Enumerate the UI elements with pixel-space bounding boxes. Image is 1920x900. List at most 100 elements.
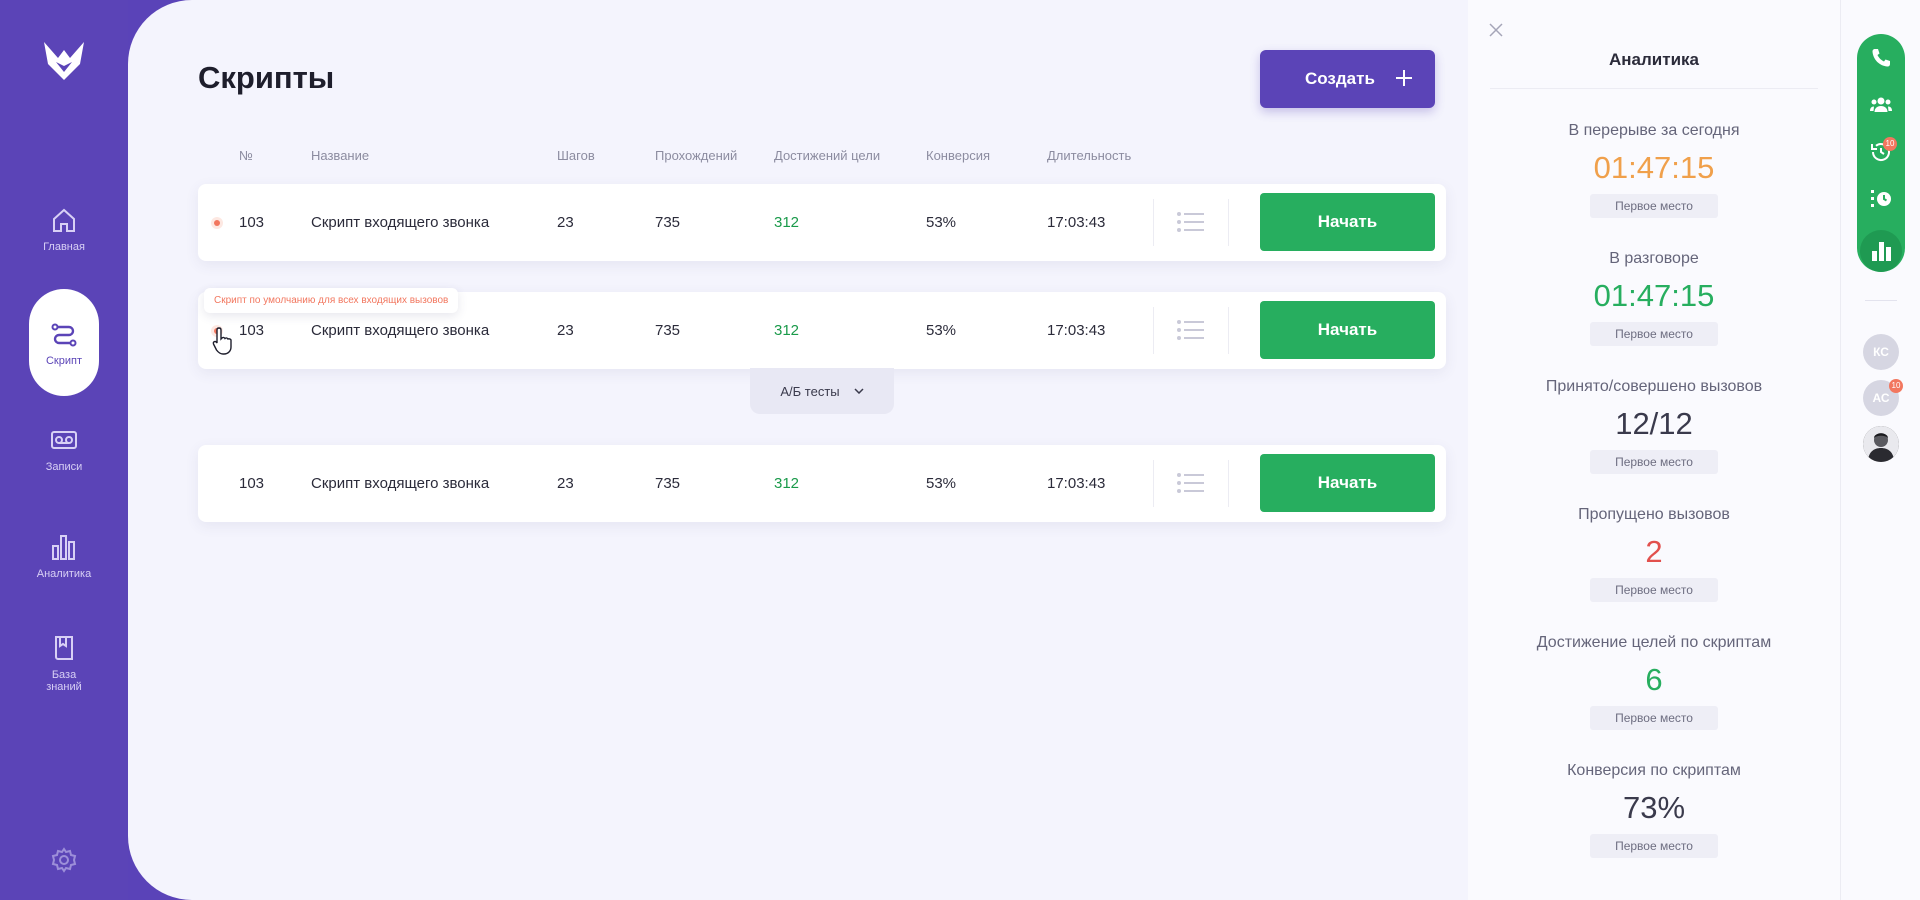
start-button[interactable]: Начать: [1260, 454, 1435, 512]
divider: [1490, 88, 1818, 89]
header-name: Название: [311, 148, 370, 163]
queue-timer-icon[interactable]: [1869, 187, 1893, 211]
hand-cursor-icon: [212, 327, 232, 355]
metric-value: 12/12: [1615, 406, 1693, 441]
rail-toolbar: 10: [1857, 34, 1905, 272]
sidebar-item-home[interactable]: Главная: [29, 205, 99, 253]
metric-missed-calls: Пропущено вызовов 2 Первое место: [1468, 506, 1840, 602]
metric-place: Первое место: [1590, 450, 1718, 474]
row-duration: 17:03:43: [1047, 214, 1106, 231]
row-passes: 735: [655, 214, 681, 231]
bar-chart-icon: [52, 535, 75, 560]
divider: [1228, 199, 1229, 246]
create-button[interactable]: Создать: [1260, 50, 1435, 108]
sidebar-item-records[interactable]: Записи: [29, 425, 99, 473]
row-name: Скрипт входящего звонка: [311, 214, 490, 231]
row-duration: 17:03:43: [1047, 322, 1106, 339]
start-button[interactable]: Начать: [1260, 301, 1435, 359]
analytics-icon: [1872, 242, 1891, 261]
default-script-tooltip: Скрипт по умолчанию для всех входящих вы…: [204, 288, 459, 313]
sidebar-item-label: Скрипт: [45, 354, 82, 367]
rail-item-analytics[interactable]: [1860, 230, 1902, 272]
page-title: Скрипты: [198, 60, 335, 95]
header-steps: Шагов: [557, 148, 595, 163]
avatar[interactable]: [1863, 426, 1899, 462]
row-duration: 17:03:43: [1047, 475, 1106, 492]
sidebar-item-script[interactable]: Скрипт: [29, 289, 99, 396]
row-steps: 23: [557, 322, 574, 339]
row-conversion: 53%: [926, 214, 957, 231]
metric-calls-handled: Принято/совершено вызовов 12/12 Первое м…: [1468, 378, 1840, 474]
metric-value: 6: [1645, 662, 1663, 697]
metric-label: Конверсия по скриптам: [1567, 762, 1741, 779]
header-duration: Длительность: [1047, 148, 1132, 163]
metric-script-conversion: Конверсия по скриптам 73% Первое место: [1468, 762, 1840, 858]
analytics-panel: Аналитика В перерыве за сегодня 01:47:15…: [1468, 0, 1840, 900]
header-passes: Прохождений: [655, 148, 738, 163]
divider: [1228, 460, 1229, 507]
list-icon[interactable]: [1176, 319, 1204, 341]
sidebar: Главная Скрипт Записи Аналитика База зна…: [0, 0, 128, 900]
metric-value: 2: [1645, 534, 1663, 569]
sidebar-item-knowledge-base[interactable]: База знаний: [29, 633, 99, 693]
divider: [1228, 307, 1229, 354]
start-button[interactable]: Начать: [1260, 193, 1435, 251]
main-content: Скрипты Создать № Название Шагов Прохожд…: [128, 0, 1468, 900]
gear-icon[interactable]: [50, 846, 78, 874]
list-icon[interactable]: [1176, 472, 1204, 494]
voicemail-icon: [51, 431, 77, 449]
row-name: Скрипт входящего звонка: [311, 475, 490, 492]
row-num: 103: [239, 475, 265, 492]
metric-break-today: В перерыве за сегодня 01:47:15 Первое ме…: [1468, 122, 1840, 218]
divider: [1153, 199, 1154, 246]
metric-label: Пропущено вызовов: [1578, 506, 1730, 523]
user-photo-icon: [1863, 426, 1899, 462]
table-row[interactable]: 103 Скрипт входящего звонка 23 735 312 5…: [198, 184, 1446, 261]
metric-place: Первое место: [1590, 322, 1718, 346]
right-rail: 10 КС АС 10: [1840, 0, 1920, 900]
plus-icon: [1396, 70, 1412, 86]
row-goals: 312: [774, 475, 800, 492]
row-goals: 312: [774, 322, 800, 339]
row-passes: 735: [655, 475, 681, 492]
header-num: №: [239, 148, 253, 163]
metric-place: Первое место: [1590, 706, 1718, 730]
row-steps: 23: [557, 475, 574, 492]
sidebar-item-analytics[interactable]: Аналитика: [29, 532, 99, 580]
ab-tests-toggle[interactable]: А/Б тесты: [750, 368, 894, 414]
avatar[interactable]: КС: [1863, 334, 1899, 370]
row-steps: 23: [557, 214, 574, 231]
avatar-initials: АС: [1872, 391, 1890, 405]
list-icon[interactable]: [1176, 211, 1204, 233]
route-icon: [51, 323, 77, 346]
analytics-title: Аналитика: [1609, 50, 1699, 69]
metric-place: Первое место: [1590, 834, 1718, 858]
metric-value: 01:47:15: [1593, 278, 1715, 313]
divider: [1153, 307, 1154, 354]
default-script-indicator[interactable]: [214, 220, 220, 226]
row-conversion: 53%: [926, 322, 957, 339]
history-badge: 10: [1883, 137, 1897, 151]
phone-icon[interactable]: [1869, 46, 1893, 70]
metric-label: В перерыве за сегодня: [1568, 122, 1740, 139]
create-button-label: Создать: [1305, 69, 1375, 88]
row-passes: 735: [655, 322, 681, 339]
team-icon[interactable]: [1869, 93, 1893, 117]
home-icon: [53, 208, 75, 232]
metric-place: Первое место: [1590, 194, 1718, 218]
row-conversion: 53%: [926, 475, 957, 492]
ab-tests-label: А/Б тесты: [780, 383, 840, 399]
close-icon[interactable]: [1488, 22, 1504, 38]
metric-in-call: В разговоре 01:47:15 Первое место: [1468, 250, 1840, 346]
divider: [1865, 300, 1897, 301]
chevron-down-icon: [854, 388, 864, 394]
sidebar-item-label: Записи: [45, 461, 83, 473]
metric-script-goals: Достижение целей по скриптам 6 Первое ме…: [1468, 634, 1840, 730]
metric-value: 01:47:15: [1593, 150, 1715, 185]
header-goals: Достижений цели: [774, 148, 881, 163]
row-num: 103: [239, 214, 265, 231]
row-goals: 312: [774, 214, 800, 231]
sidebar-item-label: Главная: [43, 241, 85, 253]
header-conversion: Конверсия: [926, 148, 991, 163]
table-row[interactable]: 103 Скрипт входящего звонка 23 735 312 5…: [198, 445, 1446, 522]
